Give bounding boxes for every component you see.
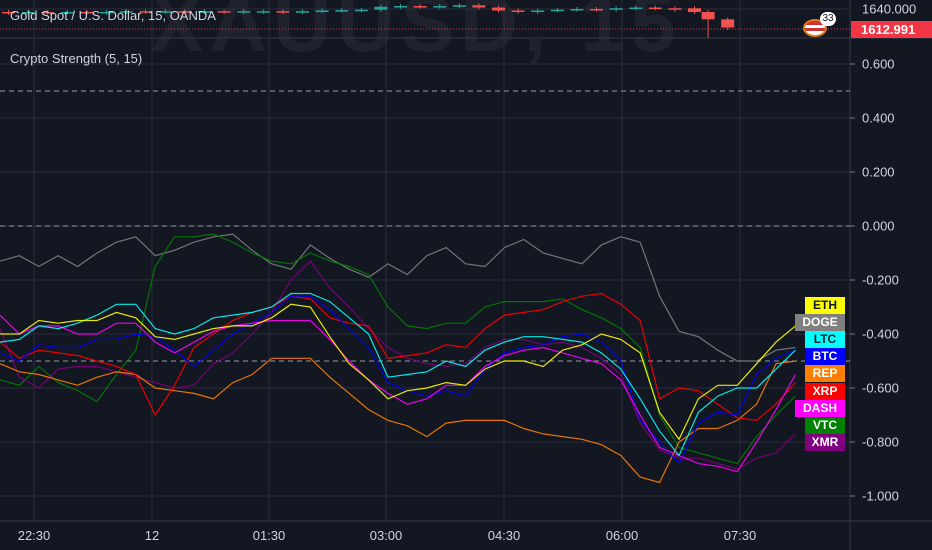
symbol-title[interactable]: Gold Spot / U.S. Dollar, 15, OANDA	[10, 8, 216, 23]
time-axis-label: 07:30	[723, 528, 757, 543]
value-axis-label: 0.000	[862, 218, 895, 234]
candle	[217, 11, 231, 13]
series-line-doge	[0, 233, 796, 362]
candle	[570, 9, 584, 11]
candle	[668, 8, 682, 10]
time-axis-label: 22:30	[17, 528, 51, 543]
legend-label-vtc: VTC	[805, 416, 845, 434]
candle	[452, 5, 466, 7]
legend-label-dash: DASH	[795, 399, 845, 417]
legend-label-ltc: LTC	[805, 331, 845, 349]
candle	[590, 9, 603, 11]
candle	[315, 10, 329, 12]
candle	[335, 10, 349, 12]
indicator-title[interactable]: Crypto Strength (5, 15)	[10, 51, 142, 66]
events-count-badge[interactable]: 33	[820, 12, 836, 26]
value-axis-label: -0.200	[862, 272, 899, 288]
legend-label-rep: REP	[805, 365, 845, 383]
value-axis-label: -0.600	[862, 380, 899, 396]
time-axis-label: 06:00	[605, 528, 639, 543]
series-line-xmr	[0, 260, 796, 470]
candle	[374, 6, 388, 10]
time-axis-label: 12	[144, 528, 160, 543]
legend-label-xmr: XMR	[805, 433, 845, 451]
value-axis-label: -0.800	[862, 434, 899, 450]
series-line-rep	[0, 357, 796, 484]
candle	[413, 6, 427, 8]
legend-label-btc: BTC	[805, 348, 845, 366]
legend-label-xrp: XRP	[805, 382, 845, 400]
candle	[721, 19, 735, 28]
candle	[276, 11, 290, 13]
candle	[511, 10, 525, 12]
candle	[472, 5, 486, 8]
candle	[433, 6, 447, 8]
value-axis-label: 0.200	[862, 164, 895, 180]
candle	[296, 11, 309, 13]
candle	[550, 9, 564, 12]
candle	[354, 9, 368, 12]
time-axis-label: 03:00	[369, 528, 403, 543]
legend-label-eth: ETH	[805, 297, 845, 314]
value-axis-label: -0.400	[862, 326, 899, 342]
chart-canvas[interactable]	[0, 0, 932, 550]
candle	[531, 10, 545, 12]
candle	[492, 7, 505, 11]
time-axis-label: 01:30	[252, 528, 286, 543]
candle	[629, 7, 643, 10]
series-line-btc	[0, 295, 796, 465]
value-axis-label: 0.600	[862, 56, 895, 72]
candle	[648, 7, 662, 10]
candle	[394, 6, 407, 8]
value-axis-label: -1.000	[862, 488, 899, 504]
candle	[688, 8, 701, 12]
time-axis-label: 04:30	[487, 528, 521, 543]
candle	[256, 11, 270, 13]
current-price-badge: 1612.991	[851, 21, 932, 38]
candle	[701, 11, 715, 20]
legend-label-doge: DOGE	[795, 314, 845, 332]
series-line-ltc	[0, 292, 796, 457]
price-axis-label: 1640.000	[862, 1, 917, 17]
candle	[609, 8, 623, 10]
candle	[237, 11, 251, 13]
series-line-xrp	[0, 292, 796, 422]
value-axis-label: 0.400	[862, 110, 895, 126]
